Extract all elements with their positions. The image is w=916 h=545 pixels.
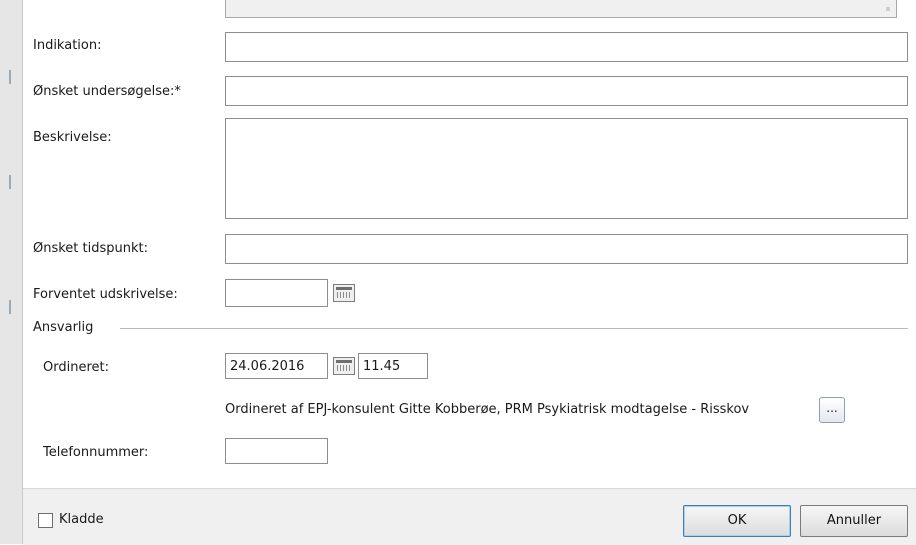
edge-marker xyxy=(9,300,11,314)
previous-field xyxy=(225,0,897,18)
section-divider xyxy=(120,328,908,329)
oensket-tidspunkt-field[interactable] xyxy=(225,234,908,264)
annuller-button[interactable]: Annuller xyxy=(800,505,908,537)
dialog-footer: Kladde OK Annuller xyxy=(23,488,916,545)
forventet-udskrivelse-input[interactable] xyxy=(226,280,327,306)
forventet-udskrivelse-field[interactable] xyxy=(225,279,328,307)
edge-marker xyxy=(9,70,11,84)
oensket-tidspunkt-label: Ønsket tidspunkt: xyxy=(33,241,149,256)
more-options-button[interactable]: ... xyxy=(819,397,845,423)
ordineret-date-input[interactable] xyxy=(226,354,327,378)
beskrivelse-field[interactable] xyxy=(225,118,908,219)
edge-marker xyxy=(9,175,11,189)
ordineret-time-field[interactable] xyxy=(358,353,428,379)
telefonnummer-input[interactable] xyxy=(226,439,327,463)
calendar-icon[interactable] xyxy=(333,284,355,302)
forventet-udskrivelse-label: Forventet udskrivelse: xyxy=(33,287,178,302)
indikation-input[interactable] xyxy=(226,33,907,61)
resize-grip[interactable] xyxy=(886,7,890,11)
kladde-checkbox[interactable] xyxy=(38,513,53,528)
oensket-undersoegelse-label: Ønsket undersøgelse:* xyxy=(33,84,181,99)
window-edge xyxy=(0,0,23,544)
indikation-field[interactable] xyxy=(225,32,908,62)
ordineret-label: Ordineret: xyxy=(43,360,109,375)
oensket-undersoegelse-input[interactable] xyxy=(226,77,907,105)
beskrivelse-label: Beskrivelse: xyxy=(33,130,112,145)
telefonnummer-label: Telefonnummer: xyxy=(43,445,149,460)
oensket-undersoegelse-field[interactable] xyxy=(225,76,908,106)
calendar-icon[interactable] xyxy=(333,357,355,375)
kladde-label[interactable]: Kladde xyxy=(59,512,104,527)
ansvarlig-section-label: Ansvarlig xyxy=(33,320,94,335)
ordineret-by-text: Ordineret af EPJ-konsulent Gitte Kobberø… xyxy=(225,402,750,417)
oensket-tidspunkt-input[interactable] xyxy=(226,235,907,263)
indikation-label: Indikation: xyxy=(33,38,102,53)
beskrivelse-textarea[interactable] xyxy=(226,119,907,218)
telefonnummer-field[interactable] xyxy=(225,438,328,464)
ordineret-date-field[interactable] xyxy=(225,353,328,379)
ordineret-time-input[interactable] xyxy=(359,354,427,378)
ok-button[interactable]: OK xyxy=(683,505,791,537)
order-dialog: Indikation: Ønsket undersøgelse:* Beskri… xyxy=(23,0,916,545)
